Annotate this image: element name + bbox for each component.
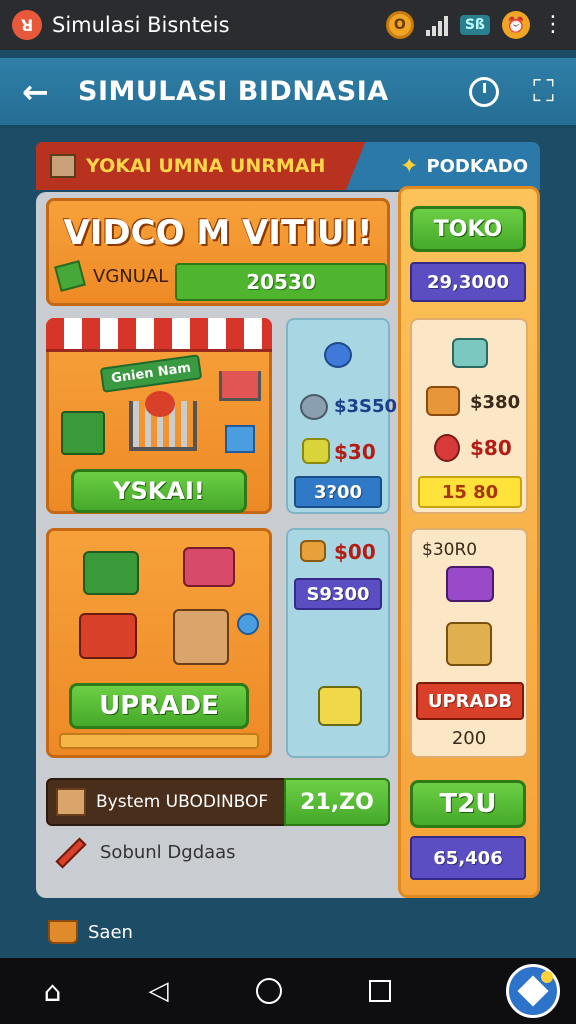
upgrade-button[interactable]: UPRADE (69, 683, 249, 729)
register-icon (446, 566, 494, 602)
app-badge-icon: ꓤ (12, 10, 42, 40)
mid-chip-top: 3?00 (294, 476, 382, 508)
right-price-2: $80 (470, 436, 512, 460)
saen-label: Saen (88, 921, 133, 943)
yskai-button[interactable]: YSKAI! (71, 469, 247, 513)
home-icon[interactable]: ⌂ (44, 975, 62, 1008)
system-nav-bar: ⌂ ◁ (0, 958, 576, 1024)
basket-red-icon (183, 547, 235, 587)
right-price-panel-top: $380 $80 15 80 (410, 318, 528, 514)
right-price-panel-bottom: $30R0 UPRADB 200 (410, 528, 528, 758)
notification-circle-icon: O (385, 11, 414, 39)
produce-icon (145, 391, 175, 417)
mid-price-1: $3S50 (334, 396, 398, 417)
shop-tab-label: PODKADO (426, 155, 528, 177)
sobunl-label: Sobunl Dgdaas (100, 842, 236, 863)
status-app-title: Simulasi Bisnteis (52, 13, 230, 37)
upgrade-progress-track (59, 733, 259, 749)
status-bar: ꓤ Simulasi Bisnteis O Sß ⏰ ⋮ (0, 0, 576, 50)
shop-tab[interactable]: ✦ PODKADO (346, 142, 540, 190)
gear-blue-icon (237, 613, 259, 635)
upgrade-b-button[interactable]: UPRADB (416, 682, 524, 720)
blue-box-icon (225, 425, 255, 453)
bread-icon (300, 540, 326, 562)
toko-value: 29,3000 (410, 262, 526, 302)
shop-awning (46, 318, 272, 352)
toko-button[interactable]: TOKO (410, 206, 526, 252)
mid-price-panel-bottom: $00 S9300 (286, 528, 390, 758)
cart-icon (452, 338, 488, 368)
map-icon[interactable]: ⛶ (533, 74, 554, 109)
shopping-bag-icon (61, 411, 105, 455)
category-banner: YOKAI UMNA UNRMAH (36, 142, 376, 190)
sobunl-row[interactable]: Sobunl Dgdaas (54, 836, 236, 869)
crate-open-icon (446, 622, 492, 666)
fab-badge (541, 971, 553, 983)
system-row: Bystem UBODINBOF (46, 778, 286, 826)
mid-price-2: $30 (334, 440, 376, 464)
network-chip: Sß (459, 15, 490, 35)
t2u-button[interactable]: T2U (410, 780, 526, 828)
system-label: Bystem UBODINBOF (96, 792, 269, 812)
system-value: 21,ZO (284, 778, 390, 826)
back-arrow-icon[interactable]: ← (22, 73, 62, 111)
cheese-icon (302, 438, 330, 464)
vgnual-label: VGNUAL (93, 265, 169, 287)
small-cart-icon (219, 371, 261, 401)
right-extra-value: 65,406 (410, 836, 526, 880)
shop-card: Gnien Nam YSKAI! (46, 318, 272, 514)
star-icon: ✦ (400, 153, 419, 179)
game-title: VIDCO M VITIUI! (63, 213, 373, 253)
right-value-bottom: 200 (451, 728, 487, 749)
right-chip-top: 15 80 (418, 476, 522, 508)
recents-icon[interactable] (369, 980, 392, 1002)
mid-price-panel-top: $3S50 $30 3?00 (286, 318, 397, 514)
box-icon (50, 154, 76, 178)
nav-back-icon[interactable]: ◁ (149, 976, 169, 1006)
shop-sign: Gnien Nam (99, 354, 203, 393)
nav-home-circle-icon[interactable] (255, 978, 282, 1004)
cart-full-icon (79, 613, 137, 659)
signal-icon (425, 14, 448, 36)
app-header: ← SIMULASI BIDNASIA ⛶ (0, 58, 576, 128)
money-value-bar: 20530 (175, 263, 387, 301)
page-title: SIMULASI BIDNASIA (78, 76, 389, 107)
padlock-icon (324, 342, 352, 368)
alarm-icon: ⏰ (502, 11, 530, 39)
upgrade-card: UPRADE (46, 528, 272, 758)
box-icon (56, 788, 86, 816)
basket-icon (426, 386, 460, 416)
clock-icon[interactable] (469, 76, 499, 107)
category-banner-label: YOKAI UMNA UNRMAH (86, 155, 326, 177)
price-tag-icon (83, 551, 139, 595)
mid-price-3: $00 (334, 540, 376, 564)
title-card: VIDCO M VITIUI! VGNUAL 20530 (46, 198, 390, 306)
saen-row[interactable]: Saen (48, 920, 133, 944)
gear-icon (300, 394, 328, 420)
overflow-menu-icon[interactable]: ⋮ (542, 14, 564, 36)
crate-icon (173, 609, 229, 665)
basket-icon (48, 920, 78, 944)
right-price-1: $380 (470, 392, 521, 413)
money-icon (54, 260, 86, 292)
mid-chip-bottom: S9300 (294, 578, 382, 610)
empty-cart-icon (318, 686, 362, 726)
right-label-bottom: $30R0 (422, 540, 478, 560)
floating-action-button[interactable] (506, 964, 560, 1018)
tools-icon (434, 434, 460, 462)
